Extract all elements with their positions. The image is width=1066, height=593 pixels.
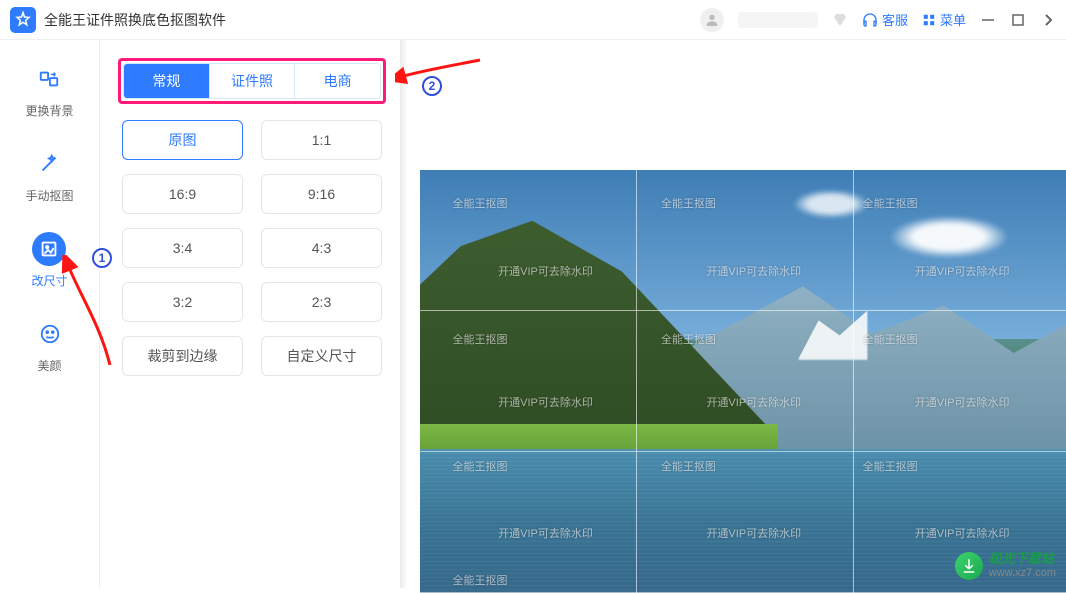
annotation-badge-2: 2	[422, 76, 442, 96]
size-option-3-4[interactable]: 3:4	[122, 228, 243, 268]
size-option-4-3[interactable]: 4:3	[261, 228, 382, 268]
sidebar-item-label: 美颜	[37, 357, 61, 374]
customer-service-button[interactable]: 客服	[862, 10, 908, 29]
tab-ecommerce[interactable]: 电商	[294, 64, 380, 98]
size-option-2-3[interactable]: 2:3	[261, 282, 382, 322]
sidebar-item-beauty[interactable]: 美颜	[33, 317, 67, 374]
swap-background-icon	[32, 62, 66, 96]
landscape-photo: 全能王抠图 全能王抠图 全能王抠图 开通VIP可去除水印 开通VIP可去除水印 …	[420, 170, 1066, 593]
size-option-16-9[interactable]: 16:9	[122, 174, 243, 214]
titlebar: 全能王证件照换底色抠图软件 客服 菜单	[0, 0, 1066, 40]
category-tabbar: 常规 证件照 电商	[123, 63, 381, 99]
canvas-area: 全能王抠图 全能王抠图 全能王抠图 开通VIP可去除水印 开通VIP可去除水印 …	[400, 40, 1066, 588]
size-option-1-1[interactable]: 1:1	[261, 120, 382, 160]
site-url: www.xz7.com	[989, 567, 1056, 580]
vip-diamond-icon[interactable]	[832, 12, 848, 28]
sidebar: 更换背景 手动抠图 改尺寸 美颜	[0, 40, 100, 588]
sidebar-item-label: 改尺寸	[31, 272, 67, 289]
site-name: 极光下载站	[989, 551, 1056, 567]
annotation-badge-1: 1	[92, 248, 112, 268]
resize-icon	[32, 232, 66, 266]
sidebar-item-manual-cutout[interactable]: 手动抠图	[25, 147, 73, 204]
size-option-original[interactable]: 原图	[122, 120, 243, 160]
app-title: 全能王证件照换底色抠图软件	[44, 10, 226, 30]
app-logo-icon	[10, 7, 36, 33]
site-logo-icon	[955, 552, 983, 580]
avatar[interactable]	[700, 8, 724, 32]
size-option-3-2[interactable]: 3:2	[122, 282, 243, 322]
username-masked	[738, 12, 818, 28]
beauty-face-icon	[33, 317, 67, 351]
image-preview[interactable]: 全能王抠图 全能王抠图 全能王抠图 开通VIP可去除水印 开通VIP可去除水印 …	[420, 170, 1066, 593]
tab-general[interactable]: 常规	[124, 64, 209, 98]
size-option-9-16[interactable]: 9:16	[261, 174, 382, 214]
size-options-panel: 常规 证件照 电商 原图 1:1 16:9 9:16 3:4 4:3 3:2 2…	[100, 40, 400, 588]
sidebar-item-label: 更换背景	[25, 102, 73, 119]
maximize-button[interactable]	[1010, 12, 1026, 28]
tabbar-highlight-annotation: 常规 证件照 电商	[118, 58, 386, 104]
magic-wand-icon	[32, 147, 66, 181]
minimize-button[interactable]	[980, 12, 996, 28]
size-option-custom[interactable]: 自定义尺寸	[261, 336, 382, 376]
sidebar-item-label: 手动抠图	[25, 187, 73, 204]
menu-button[interactable]: 菜单	[922, 10, 966, 29]
sidebar-item-change-background[interactable]: 更换背景	[25, 62, 73, 119]
site-watermark: 极光下载站 www.xz7.com	[955, 551, 1056, 580]
next-button[interactable]	[1040, 12, 1056, 28]
tab-id-photo[interactable]: 证件照	[209, 64, 295, 98]
sidebar-item-resize[interactable]: 改尺寸	[31, 232, 67, 289]
size-option-crop-to-edge[interactable]: 裁剪到边缘	[122, 336, 243, 376]
